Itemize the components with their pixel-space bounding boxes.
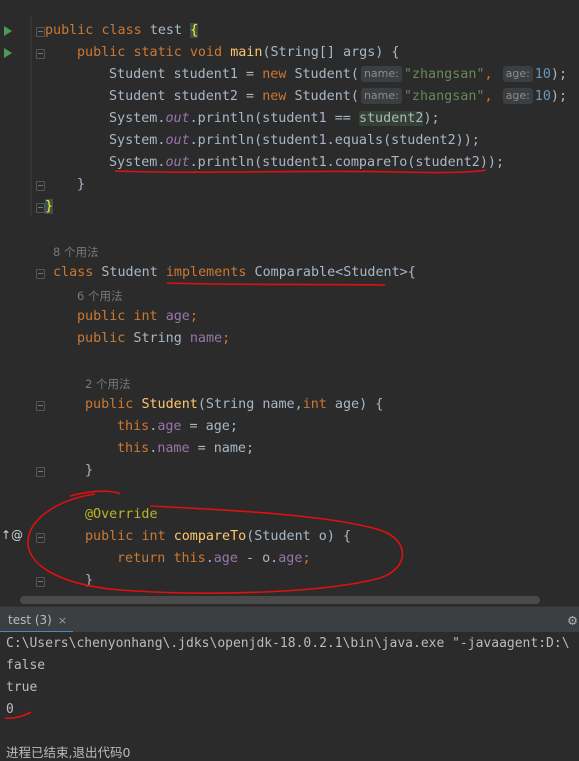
code-line: public Student(String name,int age) { bbox=[85, 397, 384, 412]
code-line: public int compareTo(Student o) { bbox=[85, 529, 352, 544]
code-editor[interactable]: ↑@ public class test { public static voi… bbox=[0, 0, 579, 606]
code-line: } bbox=[85, 573, 94, 588]
code-line: } bbox=[77, 177, 86, 192]
console-line: true bbox=[6, 680, 38, 695]
fold-icon[interactable] bbox=[36, 27, 45, 37]
fold-icon[interactable] bbox=[36, 401, 45, 411]
param-hint: name: bbox=[360, 88, 402, 104]
code-line: public static void main(String[] args) { bbox=[77, 45, 400, 60]
code-line: this.age = age; bbox=[117, 419, 238, 434]
code-line: return this.age - o.age; bbox=[117, 551, 311, 566]
code-line: public class test { bbox=[45, 23, 199, 38]
run-tab[interactable]: test (3) × bbox=[0, 607, 74, 633]
param-hint: age: bbox=[502, 88, 533, 104]
console-output[interactable]: C:\Users\chenyonhang\.jdks\openjdk-18.0.… bbox=[0, 632, 579, 761]
fold-icon[interactable] bbox=[36, 577, 45, 587]
gutter-change-bar bbox=[30, 16, 32, 216]
console-line: 0 bbox=[6, 702, 14, 717]
fold-icon[interactable] bbox=[36, 49, 45, 59]
fold-icon[interactable] bbox=[36, 203, 45, 213]
horizontal-scrollbar[interactable] bbox=[20, 596, 540, 604]
run-class-icon[interactable] bbox=[4, 26, 12, 36]
run-tab-label: test (3) bbox=[8, 613, 52, 627]
code-line: class Student implements Comparable<Stud… bbox=[53, 265, 416, 280]
fold-icon[interactable] bbox=[36, 533, 45, 543]
code-line: Student student1 = new Student(name: "zha… bbox=[109, 66, 568, 82]
code-line: @Override bbox=[85, 507, 158, 522]
code-line: public String name; bbox=[77, 331, 231, 346]
param-hint: name: bbox=[360, 66, 402, 82]
fold-icon[interactable] bbox=[36, 181, 45, 191]
usage-hint[interactable]: 6 个用法 bbox=[77, 288, 122, 304]
console-line: false bbox=[6, 658, 46, 673]
fold-icon[interactable] bbox=[36, 467, 45, 477]
usage-hint[interactable]: 8 个用法 bbox=[53, 244, 98, 260]
code-line: System.out.println(student1.compareTo(st… bbox=[109, 155, 505, 170]
code-line: public int age; bbox=[77, 309, 198, 324]
code-line: } bbox=[85, 463, 94, 478]
code-line: System.out.println(student1.equals(stude… bbox=[109, 133, 480, 148]
code-line: } bbox=[45, 199, 54, 214]
param-hint: age: bbox=[502, 66, 533, 82]
code-line: System.out.println(student1 == student2)… bbox=[109, 111, 440, 126]
close-icon[interactable]: × bbox=[58, 614, 67, 627]
usage-hint[interactable]: 2 个用法 bbox=[85, 376, 130, 392]
override-marker-icon[interactable]: ↑@ bbox=[1, 528, 23, 542]
code-line: Student student2 = new Student(name: "zha… bbox=[109, 88, 568, 104]
console-line: C:\Users\chenyonhang\.jdks\openjdk-18.0.… bbox=[6, 636, 570, 651]
run-toolwindow-header: test (3) × ⚙ bbox=[0, 606, 579, 633]
fold-icon[interactable] bbox=[36, 269, 45, 279]
console-line: 进程已结束,退出代码0 bbox=[6, 745, 131, 760]
run-main-icon[interactable] bbox=[4, 48, 12, 58]
code-line: this.name = name; bbox=[117, 441, 255, 456]
gear-icon[interactable]: ⚙ bbox=[568, 611, 577, 629]
